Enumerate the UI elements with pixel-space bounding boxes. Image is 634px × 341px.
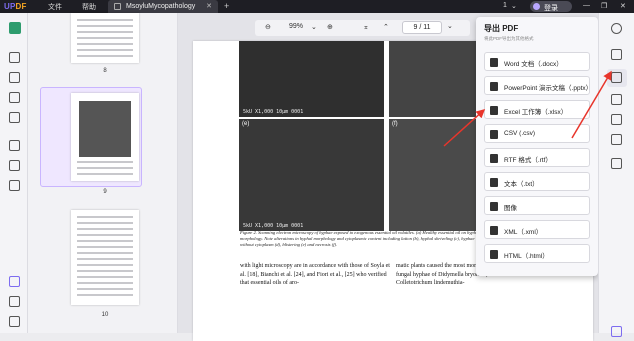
crop-icon[interactable] [9, 160, 20, 171]
thumbnail-page-10[interactable] [71, 210, 139, 305]
document-tab-title: MsoyluMycopathology [126, 3, 196, 10]
title-bar: UPDF 文件 帮助 MsoyluMycopathology ✕ + 1 ⌄ 登… [0, 0, 634, 13]
stamp-icon[interactable] [9, 140, 20, 151]
login-button[interactable]: 登录 [530, 1, 572, 12]
first-page-icon[interactable]: ⌅ [363, 23, 369, 31]
image-icon [490, 202, 498, 211]
xml-icon [490, 226, 498, 235]
zoom-level[interactable]: 99% [289, 23, 303, 30]
next-page-icon[interactable]: ⌄ [447, 22, 453, 30]
ocr-icon[interactable] [611, 49, 622, 60]
login-label: 登录 [544, 5, 558, 12]
export-csv-button[interactable]: CSV (.csv) [484, 124, 590, 143]
zoom-out-icon[interactable]: ⊖ [265, 23, 271, 31]
bookmark-icon[interactable] [9, 296, 20, 307]
layers-icon[interactable] [9, 276, 20, 287]
excel-icon [490, 106, 498, 115]
close-window-icon[interactable]: ✕ [620, 2, 626, 10]
export-panel-title: 导出 PDF [484, 24, 519, 33]
thumbnail-page-number: 10 [101, 312, 109, 318]
export-word-button[interactable]: Word 文档（.docx） [484, 52, 590, 71]
ai-assistant-icon[interactable] [611, 326, 622, 337]
thumbnail-page-8[interactable] [71, 13, 139, 63]
page-number-input[interactable]: 9 / 11 [402, 21, 442, 34]
export-pdf-icon[interactable] [611, 72, 622, 83]
html-icon [490, 250, 498, 259]
menu-help[interactable]: 帮助 [82, 2, 96, 12]
export-xml-button[interactable]: XML（.xml） [484, 220, 590, 239]
zoom-in-icon[interactable]: ⊕ [327, 23, 333, 31]
comment-icon[interactable] [9, 52, 20, 63]
export-text-button[interactable]: 文本（.txt） [484, 172, 590, 191]
minimize-icon[interactable]: — [583, 2, 590, 9]
export-pdf-panel: 导出 PDF 将此PDF导出为其他格式 Word 文档（.docx） Power… [476, 17, 598, 276]
right-toolbar [598, 13, 634, 337]
batch-icon[interactable] [611, 94, 622, 105]
thumbnail-page-number: 9 [103, 189, 107, 195]
maximize-icon[interactable]: ❐ [601, 2, 607, 10]
export-powerpoint-button[interactable]: PowerPoint 演示文稿（.pptx） [484, 76, 592, 95]
share-icon[interactable] [611, 114, 622, 125]
new-tab-button[interactable]: + [224, 1, 229, 11]
csv-icon [490, 130, 498, 139]
powerpoint-icon [490, 82, 498, 91]
organize-pages-icon[interactable] [9, 112, 20, 123]
rtf-icon [490, 154, 498, 163]
chevron-down-icon[interactable]: ⌄ [511, 2, 517, 10]
document-tab[interactable]: MsoyluMycopathology ✕ [108, 0, 218, 13]
protect-icon[interactable] [9, 180, 20, 191]
reader-mode-icon[interactable] [9, 22, 21, 34]
figure-caption: Figure 2. Scanning electron microscopy o… [240, 230, 480, 247]
left-toolbar [0, 13, 28, 333]
updf-logo: UPDF [4, 2, 27, 11]
thumbnail-page-9[interactable] [71, 93, 139, 181]
sem-image-e: (e) 5kU X1,000 10μm 0001 [239, 119, 384, 231]
thumbnail-page-number: 8 [103, 68, 107, 74]
text-icon [490, 178, 498, 187]
search-icon[interactable] [611, 23, 622, 34]
save-icon[interactable] [611, 158, 622, 169]
body-text-left: with light microscopy are in accordance … [240, 263, 390, 286]
zoom-dropdown-icon[interactable]: ⌄ [311, 23, 317, 31]
document-icon [114, 3, 121, 10]
export-rtf-button[interactable]: RTF 格式（.rtf） [484, 148, 590, 167]
avatar-icon [533, 3, 540, 10]
version-indicator[interactable]: 1 [503, 2, 507, 9]
edit-pdf-icon[interactable] [9, 72, 20, 83]
previous-page-icon[interactable]: ⌃ [383, 23, 389, 31]
attachment-icon[interactable] [9, 316, 20, 327]
close-tab-icon[interactable]: ✕ [206, 2, 212, 10]
email-icon[interactable] [611, 134, 622, 145]
export-excel-button[interactable]: Excel 工作簿（.xlsx） [484, 100, 590, 119]
form-icon[interactable] [9, 92, 20, 103]
sem-image-c: 5kU X1,000 10μm 0001 [239, 41, 384, 117]
word-icon [490, 58, 498, 67]
menu-file[interactable]: 文件 [48, 2, 62, 12]
export-panel-subtitle: 将此PDF导出为其他格式 [484, 36, 534, 41]
export-image-button[interactable]: 图像 [484, 196, 590, 215]
export-html-button[interactable]: HTML（.html） [484, 244, 590, 263]
